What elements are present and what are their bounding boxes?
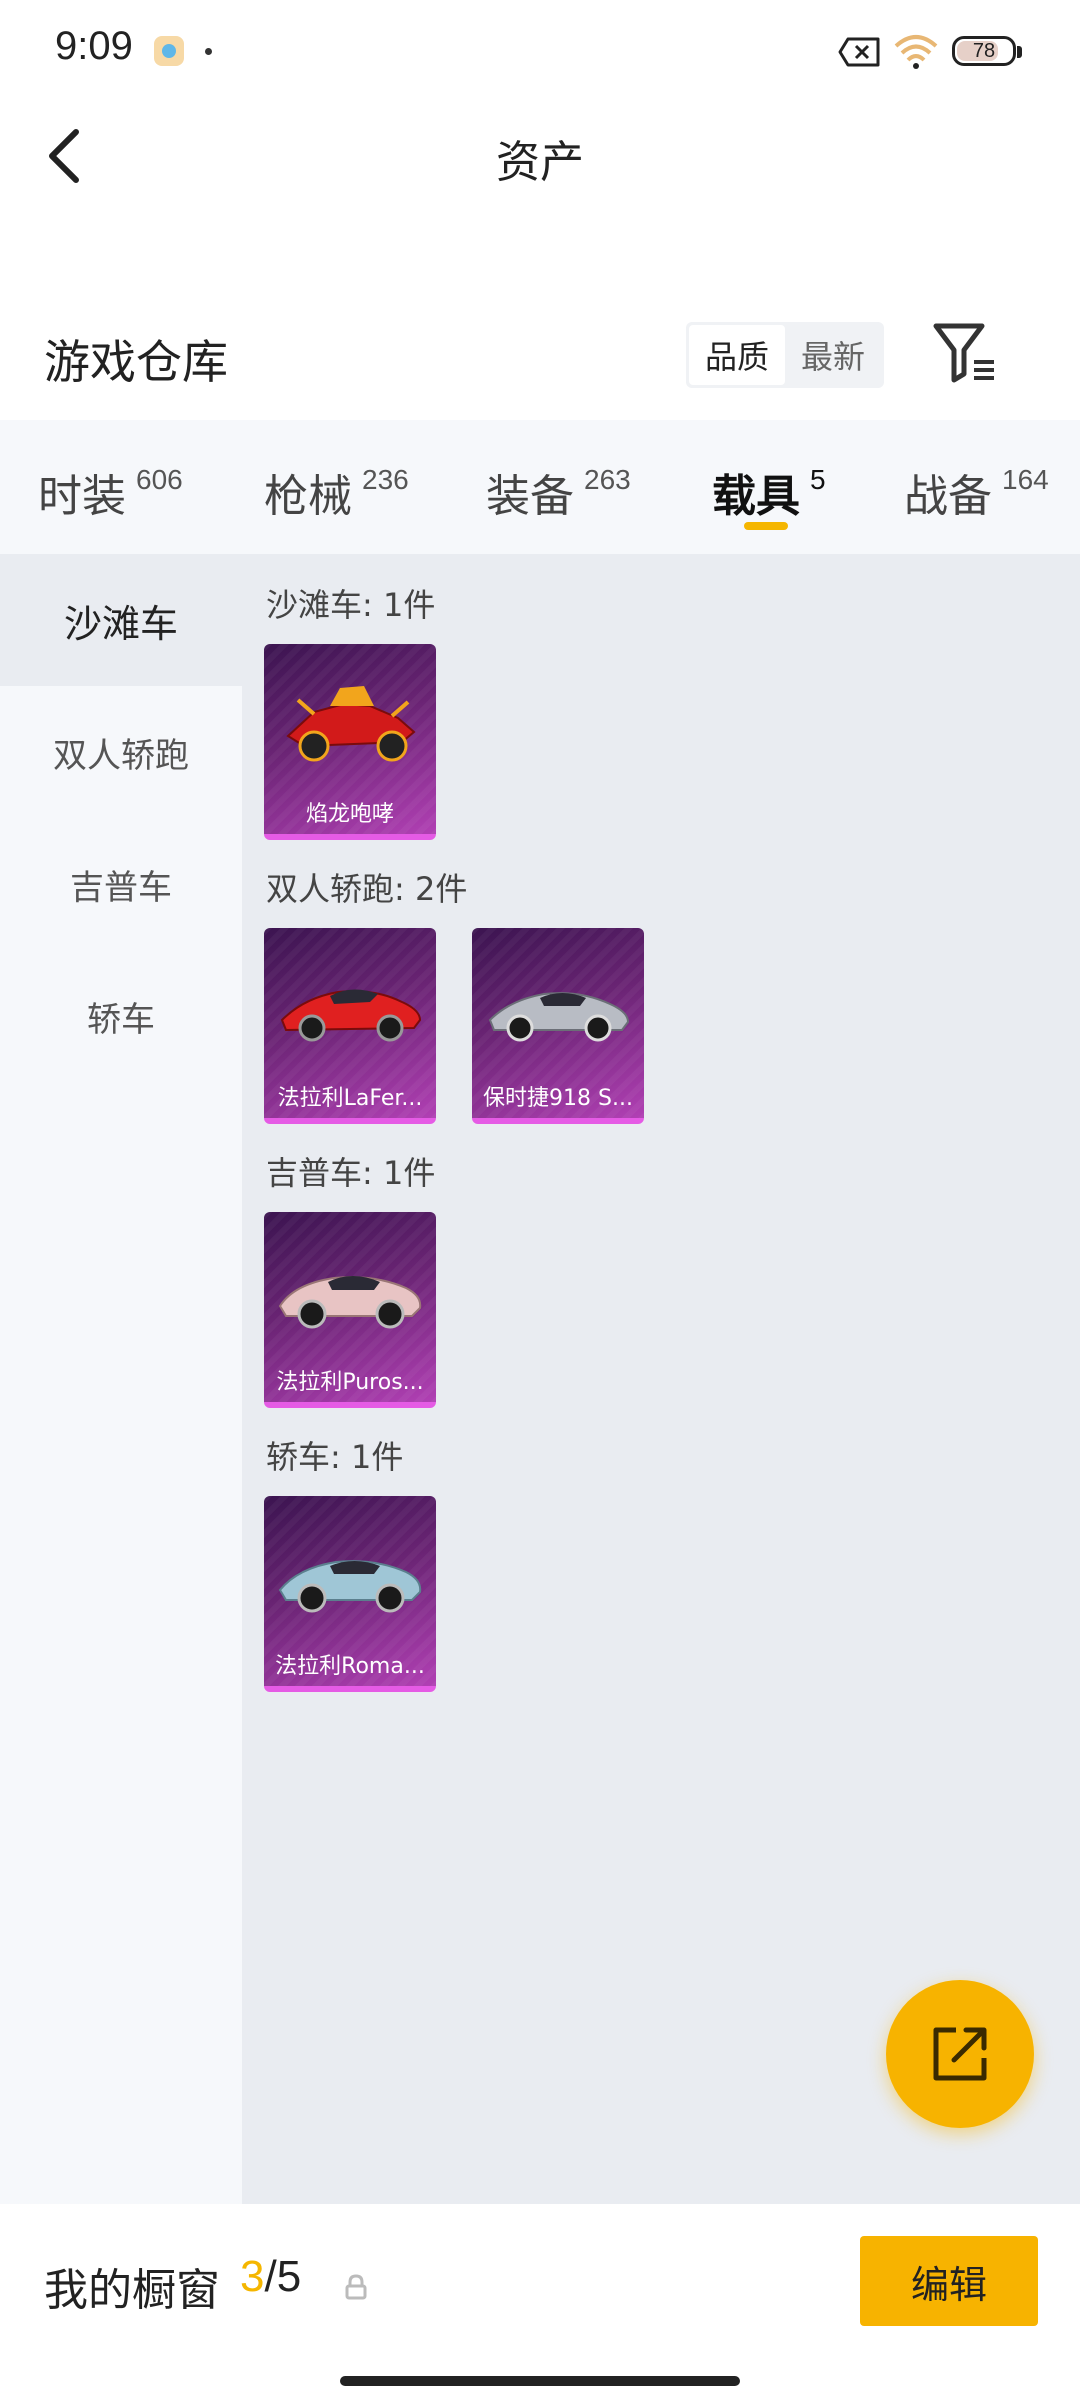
share-external-icon (933, 2027, 987, 2081)
more-notifications-dot (205, 48, 212, 55)
page-title: 资产 (496, 137, 584, 188)
tab-label: 战备 (904, 471, 992, 522)
vehicle-card[interactable]: 法拉利Roma... (264, 1496, 436, 1692)
tab-fashion[interactable]: 时装 606 (38, 460, 183, 524)
pink-suv-icon (278, 1276, 422, 1329)
vehicle-card[interactable]: 法拉利LaFer... (264, 928, 436, 1124)
tab-count: 164 (1002, 464, 1049, 495)
showcase-label: 我的橱窗 (44, 2265, 220, 2316)
vehicle-name: 法拉利Roma... (275, 1654, 425, 1679)
status-bar: 9:09 78 (0, 0, 1080, 100)
share-button[interactable] (886, 1980, 1034, 2128)
active-tab-indicator (744, 522, 788, 530)
sort-option-quality[interactable]: 品质 (689, 325, 785, 385)
vehicle-name: 焰龙咆哮 (305, 802, 394, 827)
tab-count: 5 (810, 464, 826, 495)
vehicle-card[interactable]: 焰龙咆哮 (264, 644, 436, 840)
sidebar-item-jeep[interactable]: 吉普车 (0, 818, 242, 950)
tab-vehicles[interactable]: 载具 5 (712, 460, 826, 524)
sidebar-item-sedan[interactable]: 轿车 (0, 950, 242, 1082)
showcase-separator: / (264, 2252, 277, 2301)
tab-count: 606 (136, 464, 183, 495)
filter-icon[interactable] (930, 318, 1000, 388)
subcategory-sidebar: 沙滩车 双人轿跑 吉普车 轿车 (0, 554, 242, 2204)
vehicle-list: 沙滩车: 1件 焰龙咆哮 双人轿跑: 2件 法拉利LaFer... 保时捷918… (242, 554, 1080, 2204)
tab-combat-gear[interactable]: 战备 164 (904, 460, 1049, 524)
tab-label: 装备 (486, 471, 574, 522)
vehicle-card[interactable]: 保时捷918 S... (472, 928, 644, 1124)
status-time: 9:09 (55, 24, 133, 68)
dune-buggy-icon (286, 686, 416, 762)
tab-label: 枪械 (264, 471, 352, 522)
edit-button[interactable]: 编辑 (860, 2236, 1038, 2326)
showcase-count: 3/5 (240, 2252, 301, 2302)
light-blue-coupe-icon (278, 1560, 422, 1613)
sidebar-item-sports-coupe[interactable]: 双人轿跑 (0, 686, 242, 818)
vehicle-card[interactable]: 法拉利Puros... (264, 1212, 436, 1408)
sidebar-item-dune-buggy[interactable]: 沙滩车 (0, 554, 242, 686)
home-indicator[interactable] (340, 2376, 740, 2386)
sort-option-newest[interactable]: 最新 (785, 325, 881, 385)
section-title: 吉普车: 1件 (266, 1154, 436, 1192)
battery-level: 78 (972, 40, 996, 62)
category-tabs: 时装 606 枪械 236 装备 263 载具 5 战备 164 (0, 420, 1080, 554)
section-title: 轿车: 1件 (266, 1438, 404, 1476)
vehicle-name: 保时捷918 S... (483, 1086, 633, 1111)
tab-count: 263 (584, 464, 631, 495)
showcase-current: 3 (240, 2252, 265, 2301)
tab-equipment[interactable]: 装备 263 (486, 460, 631, 524)
showcase-total: 5 (276, 2252, 302, 2301)
vehicle-name: 法拉利LaFer... (277, 1086, 423, 1111)
warehouse-title: 游戏仓库 (44, 335, 228, 389)
lock-icon (345, 2274, 367, 2300)
tab-count: 236 (362, 464, 409, 495)
red-sports-car-icon (280, 989, 422, 1042)
section-title: 双人轿跑: 2件 (266, 870, 468, 908)
silver-sports-car-icon (488, 992, 630, 1042)
section-title: 沙滩车: 1件 (266, 586, 436, 624)
tab-firearms[interactable]: 枪械 236 (264, 460, 409, 524)
tab-label: 时装 (38, 471, 126, 522)
vehicle-name: 法拉利Puros... (276, 1370, 424, 1395)
showcase-bar: 我的橱窗 3/5 编辑 (0, 2204, 1080, 2400)
battery-icon: 78 (952, 36, 1016, 66)
sort-toggle: 品质 最新 (686, 322, 884, 388)
no-sim-icon (838, 37, 880, 67)
wifi-icon (894, 35, 938, 69)
app-notification-icon (154, 36, 184, 66)
tab-label: 载具 (712, 471, 800, 522)
